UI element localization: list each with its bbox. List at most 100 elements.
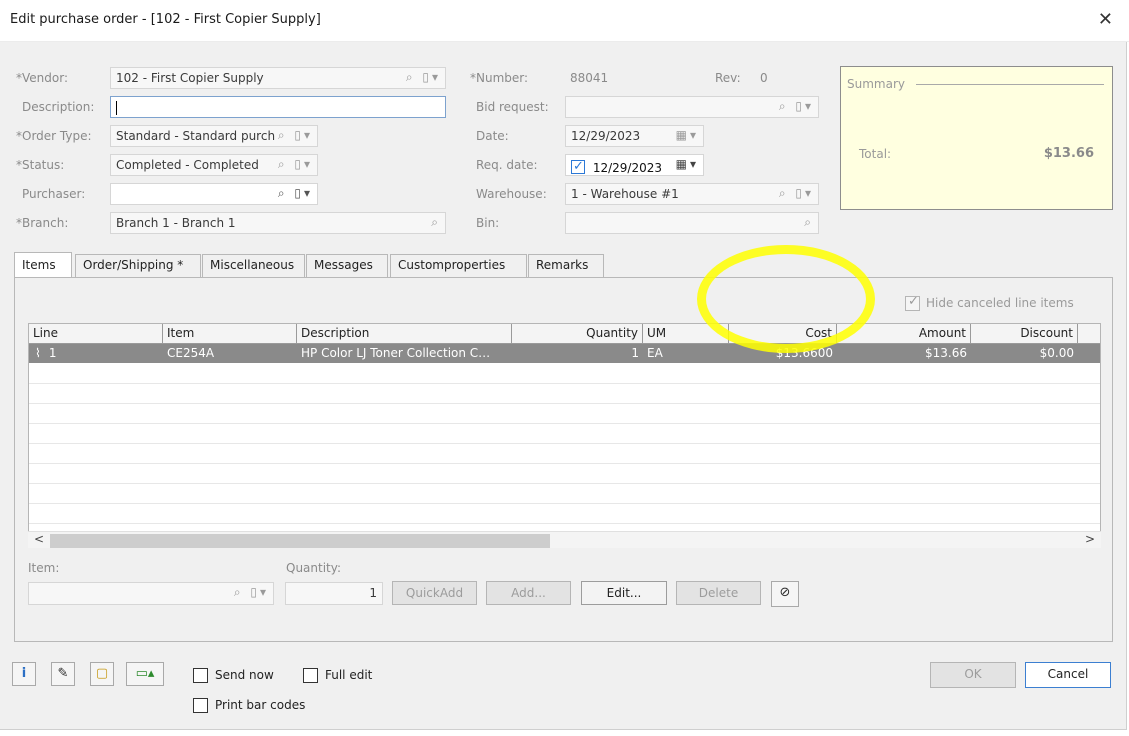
column-header-um[interactable]: UM <box>643 324 729 344</box>
total-label: Total: <box>859 147 892 161</box>
line-items-grid[interactable]: Line Item Description Quantity UM Cost A… <box>28 323 1101 548</box>
send-now-checkbox[interactable] <box>193 668 208 683</box>
grid-empty-line <box>29 443 1100 444</box>
row-line-cell: ⌇ 1 <box>29 344 163 363</box>
grid-empty-line <box>29 403 1100 404</box>
branch-field[interactable]: Branch 1 - Branch 1 ⌕ <box>110 212 446 234</box>
grid-empty-line <box>29 503 1100 504</box>
bin-lookup-icon[interactable]: ⌕ <box>804 215 814 230</box>
branch-label: *Branch: <box>16 216 69 230</box>
close-icon[interactable]: ✕ <box>1098 9 1113 30</box>
add-button[interactable]: Add... <box>486 581 571 605</box>
grid-header: Line Item Description Quantity UM Cost A… <box>29 324 1100 344</box>
order-type-value: Standard - Standard purch <box>116 129 276 143</box>
info-icon[interactable]: i <box>12 662 36 686</box>
bid-request-field[interactable]: ⌕ ▯▾ <box>565 96 819 118</box>
lookup-icon[interactable]: ⌕ ▯▾ <box>406 70 441 85</box>
edit-button[interactable]: Edit... <box>581 581 667 605</box>
scroll-right-icon[interactable]: > <box>1085 532 1095 546</box>
print-bar-codes-checkbox[interactable] <box>193 698 208 713</box>
hide-canceled-label: Hide canceled line items <box>926 296 1074 310</box>
scroll-left-icon[interactable]: < <box>34 532 44 546</box>
order-type-lookup-icon[interactable]: ⌕ ▯▾ <box>278 128 313 143</box>
rev-label: Rev: <box>715 71 741 85</box>
row-discount-cell: $0.00 <box>1039 346 1074 360</box>
print-bar-codes-label: Print bar codes <box>215 698 306 712</box>
tab-messages[interactable]: Messages <box>306 254 388 278</box>
table-row[interactable]: ⌇ 1 CE254A HP Color LJ Toner Collection C… <box>29 344 1100 363</box>
number-label: *Number: <box>470 71 529 85</box>
bin-label: Bin: <box>476 216 500 230</box>
date-value: 12/29/2023 <box>571 129 641 143</box>
grid-empty-line <box>29 523 1100 524</box>
column-header-cost[interactable]: Cost <box>729 324 837 344</box>
bin-field[interactable]: ⌕ <box>565 212 819 234</box>
full-edit-label: Full edit <box>325 668 373 682</box>
grid-empty-line <box>29 423 1100 424</box>
vendor-value: 102 - First Copier Supply <box>116 71 264 85</box>
vendor-label: *Vendor: <box>16 71 68 85</box>
hide-canceled-checkbox[interactable]: ✓ <box>905 294 920 311</box>
grid-empty-line <box>29 463 1100 464</box>
item-label: Item: <box>28 561 60 575</box>
row-cost-cell: $13.6600 <box>775 346 833 360</box>
row-amount-cell: $13.66 <box>925 346 967 360</box>
item-lookup-icon[interactable]: ⌕ ▯▾ <box>234 585 269 600</box>
bid-request-lookup-icon[interactable]: ⌕ ▯▾ <box>779 99 814 114</box>
document-icon[interactable]: ▢ <box>90 662 114 686</box>
req-date-calendar-icon[interactable]: ▦▾ <box>676 157 699 171</box>
row-um-cell: EA <box>647 346 663 360</box>
column-header-quantity[interactable]: Quantity <box>512 324 643 344</box>
item-input[interactable]: ⌕ ▯▾ <box>28 582 274 605</box>
tab-customproperties[interactable]: Customproperties <box>390 254 527 278</box>
order-type-field[interactable]: Standard - Standard purch ⌕ ▯▾ <box>110 125 318 147</box>
column-header-discount[interactable]: Discount <box>971 324 1078 344</box>
branch-lookup-icon[interactable]: ⌕ <box>431 215 441 230</box>
date-field[interactable]: 12/29/2023 ▦▾ <box>565 125 704 147</box>
quickadd-button[interactable]: QuickAdd <box>392 581 477 605</box>
column-header-line[interactable]: Line <box>29 324 163 344</box>
summary-divider <box>916 84 1104 85</box>
tab-items[interactable]: Items <box>14 252 72 277</box>
edit-purchase-order-dialog: *Vendor: Description: *Order Type: *Stat… <box>0 42 1127 730</box>
status-lookup-icon[interactable]: ⌕ ▯▾ <box>278 157 313 172</box>
quantity-label: Quantity: <box>286 561 342 575</box>
bid-request-label: Bid request: <box>476 100 549 114</box>
req-date-label: Req. date: <box>476 158 538 172</box>
grid-empty-line <box>29 383 1100 384</box>
ok-button[interactable]: OK <box>930 662 1016 688</box>
scrollbar-thumb[interactable] <box>50 534 550 548</box>
purchaser-lookup-icon[interactable]: ⌕ ▯▾ <box>278 186 313 201</box>
cancel-button[interactable]: Cancel <box>1025 662 1111 688</box>
items-panel: ✓ Hide canceled line items Line Item Des… <box>14 277 1113 642</box>
description-input[interactable] <box>110 96 446 118</box>
tab-order-shipping[interactable]: Order/Shipping * <box>75 254 201 278</box>
warehouse-lookup-icon[interactable]: ⌕ ▯▾ <box>779 186 814 201</box>
attachment-tool-icon[interactable]: ⊘ <box>771 581 799 607</box>
tab-miscellaneous[interactable]: Miscellaneous <box>202 254 305 278</box>
status-value: Completed - Completed <box>116 158 259 172</box>
title-bar: Edit purchase order - [102 - First Copie… <box>0 0 1129 42</box>
horizontal-scrollbar[interactable]: < > <box>28 531 1101 548</box>
warehouse-field[interactable]: 1 - Warehouse #1 ⌕ ▯▾ <box>565 183 819 205</box>
tab-remarks[interactable]: Remarks <box>528 254 604 278</box>
calendar-icon[interactable]: ▦▾ <box>676 128 699 142</box>
req-date-field[interactable]: ✓ 12/29/2023 ▦▾ <box>565 154 704 176</box>
send-now-label: Send now <box>215 668 274 682</box>
full-edit-checkbox[interactable] <box>303 668 318 683</box>
total-value: $13.66 <box>1043 146 1094 161</box>
purchaser-field[interactable]: ⌕ ▯▾ <box>110 183 318 205</box>
window-title: Edit purchase order - [102 - First Copie… <box>10 12 321 27</box>
column-header-item[interactable]: Item <box>163 324 297 344</box>
column-header-amount[interactable]: Amount <box>837 324 971 344</box>
status-field[interactable]: Completed - Completed ⌕ ▯▾ <box>110 154 318 176</box>
delete-button[interactable]: Delete <box>676 581 761 605</box>
quantity-input[interactable]: 1 <box>285 582 383 605</box>
req-date-checkbox[interactable]: ✓ <box>571 159 585 174</box>
vendor-field[interactable]: 102 - First Copier Supply ⌕ ▯▾ <box>110 67 446 89</box>
printer-icon[interactable]: ▭▴ <box>126 662 164 686</box>
grid-empty-line <box>29 483 1100 484</box>
paperclip-icon[interactable]: ✎ <box>51 662 75 686</box>
paperclip-icon: ⌇ <box>35 346 41 360</box>
column-header-description[interactable]: Description <box>297 324 512 344</box>
